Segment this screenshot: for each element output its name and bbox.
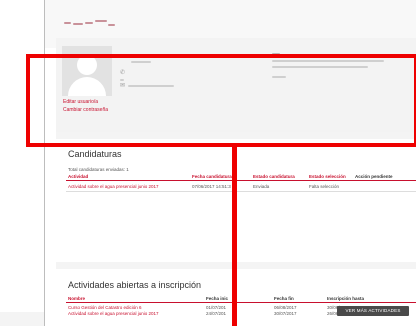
mail-icon: ✉	[120, 83, 126, 89]
user-email-blurred	[128, 85, 174, 87]
page-outside-area	[0, 312, 44, 326]
change-password-link[interactable]: Cambiar contraseña	[63, 107, 108, 113]
candidatura-row-estado: Enviada	[253, 184, 270, 189]
highlight-pointer-line	[232, 147, 237, 326]
view-more-activities-button[interactable]: VER MÁS ACTIVIDADES	[337, 306, 409, 316]
table-header-rule	[66, 180, 416, 181]
edit-user-link[interactable]: Editar usuario/a	[63, 99, 98, 105]
actividad-row-inicio: 24/07/201	[206, 311, 227, 316]
section-separator	[56, 132, 416, 139]
candidatura-row-fecha: 07/06/2017 14:51:3	[192, 184, 231, 189]
user-address-line-3	[272, 76, 286, 78]
actividades-title: Actividades abiertas a inscripción	[68, 280, 202, 290]
user-address-blurred	[272, 53, 280, 55]
actividad-row-fin: 30/07/2017	[274, 311, 297, 316]
table-header-rule	[66, 302, 416, 303]
user-id-blurred	[131, 61, 151, 63]
user-name-blurred	[122, 55, 128, 57]
user-address-line-2	[272, 66, 368, 68]
page-left-border	[44, 0, 45, 326]
site-logo-blurred[interactable]	[64, 20, 116, 32]
user-address-line-1	[272, 60, 384, 62]
phone-icon: ✆	[120, 70, 126, 76]
candidatura-row-actividad[interactable]: Actividad sobre el agua presencial junio…	[68, 184, 159, 190]
candidatura-row-seleccion: Falta selección	[309, 184, 340, 189]
table-row-rule	[66, 191, 416, 192]
candidaturas-total: Total candidaturas enviadas: 1	[68, 167, 129, 172]
candidaturas-title: Candidaturas	[68, 149, 122, 159]
user-silhouette-icon	[62, 46, 112, 96]
actividad-row-nombre[interactable]: Actividad sobre el agua presencial junio…	[68, 311, 159, 317]
user-phone-blurred	[120, 79, 124, 81]
